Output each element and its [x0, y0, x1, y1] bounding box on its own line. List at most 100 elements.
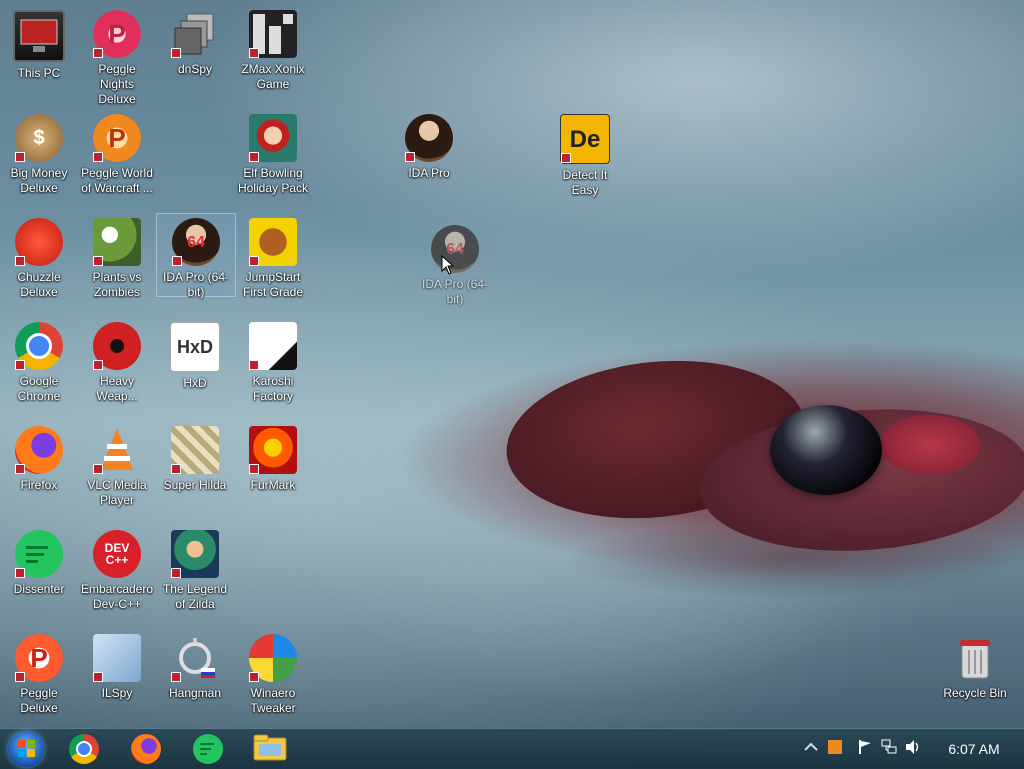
taskbar-firefox-button[interactable]	[130, 733, 162, 765]
desktop-icon-dissenter[interactable]: Dissenter	[0, 526, 78, 597]
desktop-icon-ida-pro-64[interactable]: 64 IDA Pro (64-bit)	[156, 213, 236, 299]
desktop-icon-big-money[interactable]: $ Big Money Deluxe	[0, 110, 78, 196]
taskbar-chrome-button[interactable]	[68, 733, 100, 765]
desktop-icon-winaero[interactable]: Winaero Tweaker	[234, 630, 312, 716]
icon-label: Peggle Nights Deluxe	[98, 62, 136, 106]
icon-label: ILSpy	[101, 686, 133, 700]
icon-label: Detect It Easy	[562, 168, 608, 197]
dissenter-icon	[15, 530, 63, 578]
icon-label: FurMark	[250, 478, 296, 492]
icon-label: This PC	[17, 66, 61, 80]
dissenter-icon	[193, 734, 223, 764]
icon-label: Plants vs Zombies	[92, 270, 142, 299]
ida-pro-64-drag-icon: 64	[431, 225, 479, 273]
desktop-icon-peggle-nights[interactable]: P Peggle Nights Deluxe	[78, 6, 156, 107]
desktop-icon-legend-of-zilda[interactable]: The Legend of Zilda	[156, 526, 234, 612]
desktop-icon-zmax-xonix[interactable]: ZMax Xonix Game	[234, 6, 312, 92]
peggle-icon: P	[15, 634, 63, 682]
plants-vs-zombies-icon	[93, 218, 141, 266]
karoshi-icon	[249, 322, 297, 370]
firefox-icon	[131, 734, 161, 764]
desktop-icon-peggle-wow[interactable]: P Peggle World of Warcraft ...	[78, 110, 156, 196]
desktop-icon-furmark[interactable]: FurMark	[234, 422, 312, 493]
desktop-icon-ida-pro-64-drag[interactable]: 64 IDA Pro (64-bit)	[416, 221, 494, 307]
desktop-icon-firefox[interactable]: Firefox	[0, 422, 78, 493]
desktop-icon-elf-bowling[interactable]: Elf Bowling Holiday Pack	[234, 110, 312, 196]
desktop-icon-chuzzle[interactable]: Chuzzle Deluxe	[0, 214, 78, 300]
desktop-icon-dnspy[interactable]: dnSpy	[156, 6, 234, 77]
icon-label: ZMax Xonix Game	[241, 62, 305, 91]
money-bag-icon: $	[15, 114, 63, 162]
chuzzle-icon	[15, 218, 63, 266]
desktop-icon-hxd[interactable]: HxD HxD	[156, 318, 234, 391]
icon-label: Embarcadero Dev-C++	[80, 582, 154, 611]
icon-label: Hangman	[168, 686, 222, 700]
icon-label: Firefox	[20, 478, 58, 492]
hxd-icon: HxD	[170, 322, 220, 372]
icon-label: Big Money Deluxe	[10, 166, 68, 195]
taskbar-file-explorer-button[interactable]	[253, 732, 287, 767]
file-explorer-icon	[253, 732, 287, 767]
icon-label: Peggle Deluxe	[20, 686, 58, 715]
desktop-icon-detect-it-easy[interactable]: De Detect It Easy	[546, 110, 624, 198]
hangman-icon	[171, 634, 219, 682]
tray-network-button[interactable]	[881, 739, 897, 759]
elf-bowling-icon	[249, 114, 297, 162]
desktop-icon-google-chrome[interactable]: Google Chrome	[0, 318, 78, 404]
taskbar: 6:07 AM	[0, 728, 1024, 769]
desktop-icon-plants-vs-zombies[interactable]: Plants vs Zombies	[78, 214, 156, 300]
desktop-icon-hangman[interactable]: Hangman	[156, 630, 234, 701]
desktop-icon-jumpstart[interactable]: JumpStart First Grade	[234, 214, 312, 300]
icon-label: JumpStart First Grade	[242, 270, 303, 299]
winaero-icon	[249, 634, 297, 682]
icon-label: IDA Pro (64-bit)	[162, 270, 230, 299]
furmark-icon	[249, 426, 297, 474]
flag-icon	[859, 740, 871, 754]
icon-label: Winaero Tweaker	[250, 686, 296, 715]
icon-label: Google Chrome	[17, 374, 61, 403]
desktop-icon-devcpp[interactable]: DEV C++ Embarcadero Dev-C++	[78, 526, 156, 612]
icon-label: IDA Pro	[408, 166, 450, 180]
desktop-icon-super-hilda[interactable]: Super Hilda	[156, 422, 234, 493]
desktop-icon-recycle-bin[interactable]: Recycle Bin	[936, 630, 1014, 701]
icon-label: VLC Media Player	[87, 478, 147, 507]
icon-label: Peggle World of Warcraft ...	[81, 166, 153, 195]
icon-label: dnSpy	[177, 62, 213, 76]
desktop-icon-ida-pro[interactable]: IDA Pro	[390, 110, 468, 181]
taskbar-dissenter-button[interactable]	[192, 733, 224, 765]
recycle-bin-icon	[951, 634, 999, 682]
icon-label: The Legend of Zilda	[162, 582, 228, 611]
desktop-icon-ilspy[interactable]: ILSpy	[78, 630, 156, 701]
network-icon	[881, 739, 897, 754]
icon-label: Dissenter	[13, 582, 65, 596]
icon-label: Recycle Bin	[943, 686, 1007, 700]
zilda-icon	[171, 530, 219, 578]
firefox-icon	[15, 426, 63, 474]
desktop-icon-heavy-weapon[interactable]: Heavy Weap...	[78, 318, 156, 404]
tray-volume-button[interactable]	[905, 739, 923, 759]
tray-app-button[interactable]	[828, 739, 842, 759]
taskbar-clock[interactable]: 6:07 AM	[936, 741, 1012, 757]
icon-label: Karoshi Factory	[252, 374, 294, 403]
icon-label: Heavy Weap...	[96, 374, 138, 403]
tray-action-center-button[interactable]	[857, 739, 873, 759]
start-button[interactable]	[8, 731, 44, 767]
heavy-weapon-icon	[93, 322, 141, 370]
ida-pro-64-icon: 64	[172, 218, 220, 266]
desktop-icon-karoshi[interactable]: Karoshi Factory	[234, 318, 312, 404]
desktop-icon-this-pc[interactable]: This PC	[0, 6, 78, 81]
computer-icon	[13, 10, 65, 62]
icon-label: Super Hilda	[163, 478, 227, 492]
vlc-icon	[93, 426, 141, 474]
ilspy-icon	[93, 634, 141, 682]
ida-pro-icon	[405, 114, 453, 162]
app-tray-icon	[828, 740, 842, 754]
peggle-wow-icon: P	[93, 114, 141, 162]
super-hilda-icon	[171, 426, 219, 474]
desktop-icon-vlc[interactable]: VLC Media Player	[78, 422, 156, 508]
peggle-nights-icon: P	[93, 10, 141, 58]
show-hidden-icons-button[interactable]	[803, 739, 819, 759]
desktop-icon-peggle-deluxe[interactable]: P Peggle Deluxe	[0, 630, 78, 716]
icon-label: Chuzzle Deluxe	[17, 270, 61, 299]
jumpstart-icon	[249, 218, 297, 266]
